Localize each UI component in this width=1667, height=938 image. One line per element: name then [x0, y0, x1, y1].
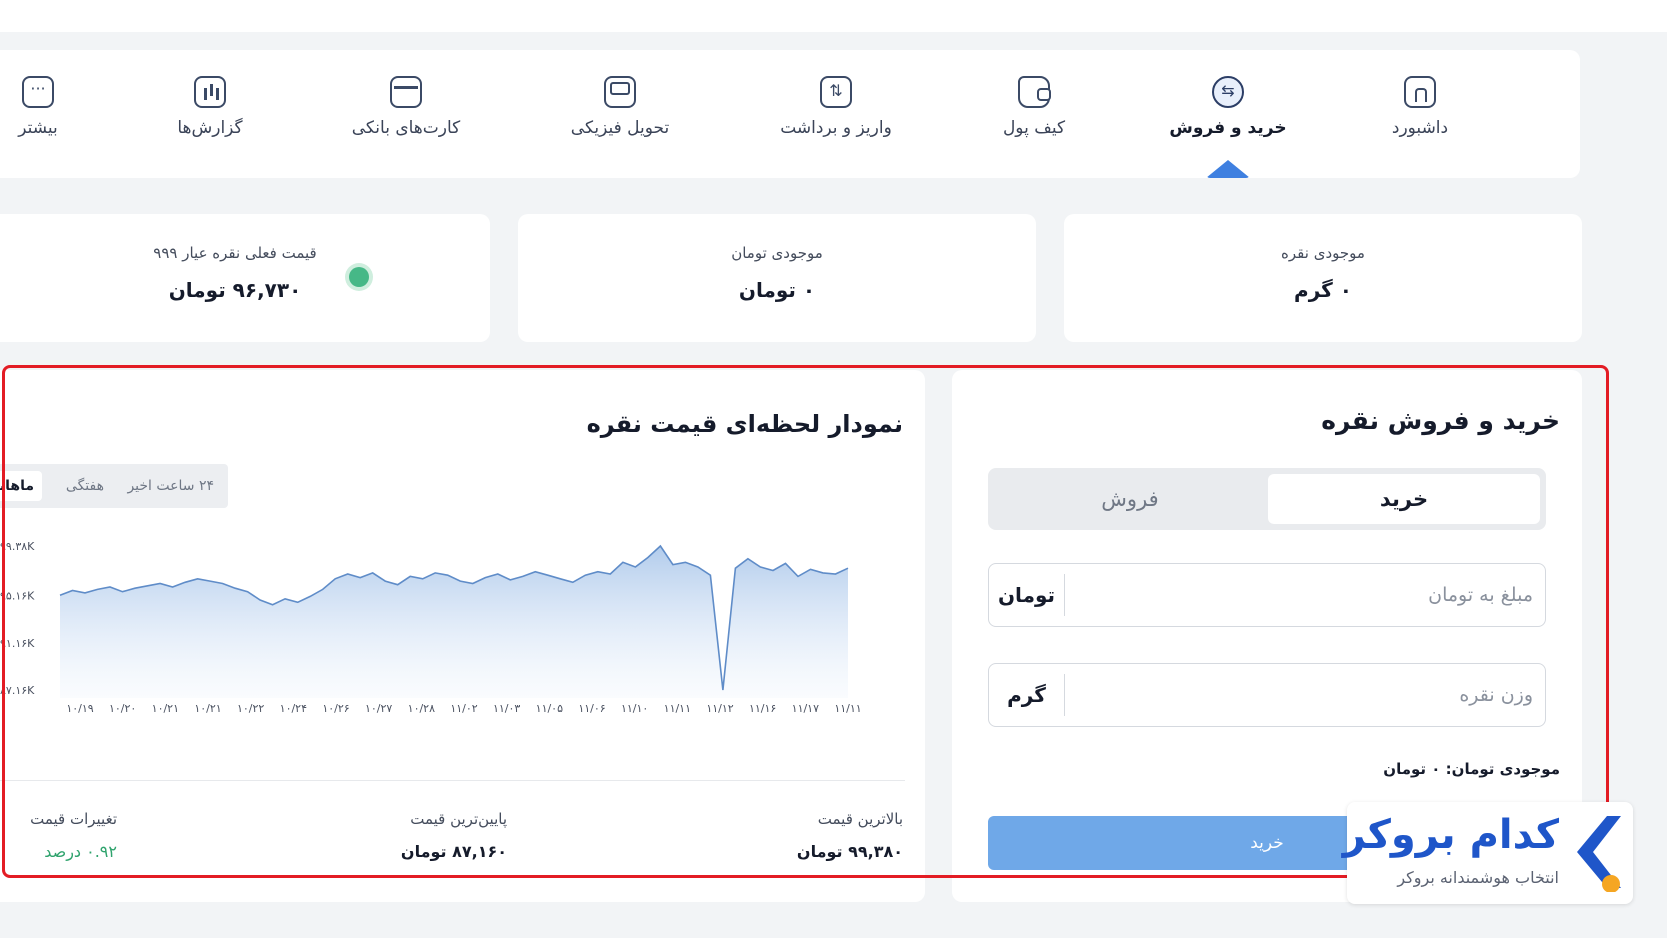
x-tick-label: ۱۱/۱۶ [749, 702, 776, 715]
more-icon [22, 76, 54, 108]
x-tick-label: ۱۰/۲۲ [237, 702, 264, 715]
card-title: موجودی تومان [731, 244, 823, 262]
brand-watermark: کدام بروکر انتخاب هوشمندانه بروکر [1343, 802, 1633, 904]
toman-balance-card: موجودی تومان ۰ تومان [518, 214, 1036, 342]
x-tick-label: ۱۱/۱۷ [792, 702, 819, 715]
shop-icon [604, 76, 636, 108]
toman-balance: موجودی تومان: ۰ تومان [1383, 760, 1560, 778]
x-tick-label: ۱۰/۲۰ [109, 702, 136, 715]
amount-unit: تومان [989, 574, 1065, 616]
x-tick-label: ۱۰/۲۸ [408, 702, 435, 715]
card-value: ۰ گرم [1294, 278, 1352, 302]
credit-card-icon [390, 76, 422, 108]
y-tick-label: ۹۹.۳۸K [0, 540, 35, 553]
chart-panel: نمودار لحظه‌ای قیمت نقره ۲۴ ساعت اخیر هف… [0, 370, 925, 902]
nav-label: واریز و برداشت [780, 118, 892, 138]
x-tick-label: ۱۰/۲۱ [152, 702, 179, 715]
x-tick-label: ۱۱/۰۵ [536, 702, 563, 715]
y-tick-label: ۹۱.۱۶K [0, 637, 35, 650]
transfer-icon [820, 76, 852, 108]
x-tick-label: ۱۰/۲۱ [194, 702, 221, 715]
card-value: ۰ تومان [738, 278, 816, 302]
nav-bank-cards[interactable]: کارت‌های بانکی [331, 76, 481, 138]
range-tab-monthly[interactable]: ماهانه [0, 471, 42, 501]
nav-label: بیشتر [18, 118, 58, 138]
price-change-value: ۰.۹۲ درصد [44, 842, 117, 861]
max-price-label: بالاترین قیمت [817, 810, 903, 828]
brand-name: کدام بروکر [1342, 812, 1559, 858]
brand-tagline: انتخاب هوشمندانه بروکر [1397, 868, 1559, 887]
x-tick-label: ۱۱/۱۱ [664, 702, 691, 715]
silver-balance-card: موجودی نقره ۰ گرم [1064, 214, 1582, 342]
range-tab-weekly[interactable]: هفتگی [66, 471, 104, 501]
chart-title: نمودار لحظه‌ای قیمت نقره [586, 410, 903, 438]
nav-wallet[interactable]: کیف پول [959, 76, 1109, 138]
nav-label: کیف پول [1002, 118, 1066, 138]
nav-more[interactable]: بیشتر [0, 76, 113, 138]
card-title: قیمت فعلی نقره عیار ۹۹۹ [153, 244, 317, 262]
range-tabs: ۲۴ ساعت اخیر هفتگی ماهانه [0, 464, 228, 508]
max-price-stat: بالاترین قیمت ۹۹,۳۸۰ تومان [797, 810, 903, 861]
active-tab-indicator [1206, 160, 1250, 178]
current-price-card: قیمت فعلی نقره عیار ۹۹۹ ۹۶,۷۳۰ تومان [0, 214, 490, 342]
weight-input[interactable] [1069, 674, 1533, 716]
weight-field: گرم [988, 663, 1546, 727]
x-tick-label: ۱۰/۲۶ [322, 702, 349, 715]
home-icon [1404, 76, 1436, 108]
y-tick-label: ۹۵.۱۶K [0, 590, 35, 603]
price-chart: ۹۹.۳۸K ۹۵.۱۶K ۹۱.۱۶K ۸۷.۱۶K ۱۰/۱۹ ۱۰/۲۰ ۱۰/۲۱ ۱… [0, 540, 862, 715]
range-tab-24h[interactable]: ۲۴ ساعت اخیر [127, 471, 214, 501]
stats-divider [0, 780, 905, 781]
buy-tab[interactable]: خرید [1268, 474, 1540, 524]
nav-deposit-withdraw[interactable]: واریز و برداشت [761, 76, 911, 138]
nav-label: خرید و فروش [1169, 118, 1287, 138]
exchange-icon [1212, 76, 1244, 108]
price-change-label: تغییرات قیمت [30, 810, 117, 828]
brand-logo-icon [1577, 816, 1621, 892]
wallet-icon [1018, 76, 1051, 108]
nav-physical-delivery[interactable]: تحویل فیزیکی [545, 76, 695, 138]
nav-reports[interactable]: گزارش‌ها [135, 76, 285, 138]
weight-unit: گرم [989, 674, 1065, 716]
max-price-value: ۹۹,۳۸۰ تومان [796, 842, 903, 861]
top-bar [0, 0, 1667, 32]
min-price-stat: پایین‌ترین قیمت ۸۷,۱۶۰ تومان [401, 810, 507, 861]
amount-field: تومان [988, 563, 1546, 627]
nav-dashboard[interactable]: داشبورد [1345, 76, 1495, 138]
report-icon [194, 76, 226, 108]
card-title: موجودی نقره [1281, 244, 1365, 262]
y-tick-label: ۸۷.۱۶K [0, 684, 35, 697]
trade-title: خرید و فروش نقره [1321, 406, 1560, 435]
x-tick-label: ۱۰/۲۴ [280, 702, 307, 715]
nav-label: تحویل فیزیکی [570, 118, 670, 138]
main-nav: داشبورد خرید و فروش کیف پول واریز و بردا… [0, 50, 1580, 178]
x-tick-label: ۱۱/۰۶ [578, 702, 605, 715]
nav-buy-sell[interactable]: خرید و فروش [1153, 76, 1303, 138]
nav-label: گزارش‌ها [177, 118, 243, 138]
x-tick-label: ۱۱/۱۲ [706, 702, 733, 715]
nav-label: کارت‌های بانکی [351, 118, 461, 138]
amount-input[interactable] [1069, 574, 1533, 616]
nav-label: داشبورد [1391, 118, 1449, 138]
min-price-label: پایین‌ترین قیمت [410, 810, 507, 828]
live-indicator [349, 267, 369, 287]
x-tick-label: ۱۱/۱۰ [621, 702, 648, 715]
x-tick-label: ۱۰/۲۷ [365, 702, 392, 715]
x-tick-label: ۱۱/۱۱ [834, 702, 861, 715]
card-value: ۹۶,۷۳۰ تومان [168, 278, 302, 302]
x-tick-label: ۱۰/۱۹ [66, 702, 93, 715]
buy-sell-toggle: خرید فروش [988, 468, 1546, 530]
x-tick-label: ۱۱/۰۳ [493, 702, 520, 715]
min-price-value: ۸۷,۱۶۰ تومان [400, 842, 507, 861]
sell-tab[interactable]: فروش [994, 474, 1266, 524]
x-tick-label: ۱۱/۰۲ [450, 702, 477, 715]
price-change-stat: تغییرات قیمت ۰.۹۲ درصد [30, 810, 117, 861]
